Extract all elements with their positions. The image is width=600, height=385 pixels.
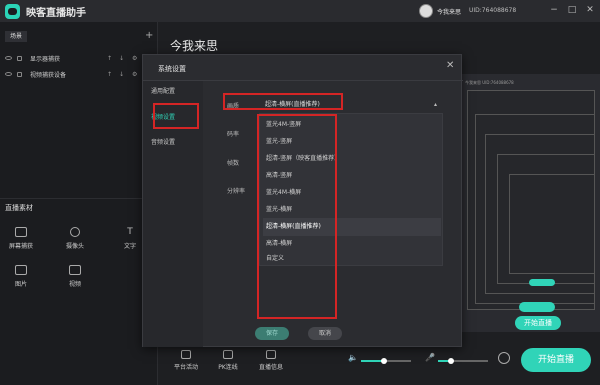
source-row[interactable]: 视频捕获设备 ↑ ↓ ⚙ xyxy=(0,68,158,80)
highlight-box xyxy=(257,114,337,319)
move-down-icon[interactable]: ↓ xyxy=(119,71,124,78)
material-text[interactable]: T 文字 xyxy=(115,227,145,250)
live-info-button[interactable]: 直播信息 xyxy=(253,350,289,371)
menu-audio[interactable]: 音频设置 xyxy=(148,136,198,150)
microphone-icon[interactable]: 🎤 xyxy=(425,353,435,362)
camera-icon xyxy=(70,227,80,237)
maximize-button[interactable]: □ xyxy=(566,4,578,16)
move-up-icon[interactable]: ↑ xyxy=(107,71,112,78)
close-button[interactable]: ✕ xyxy=(584,4,596,16)
material-label: 图片 xyxy=(14,281,27,288)
mic-slider-knob[interactable] xyxy=(447,358,454,364)
source-row[interactable]: 显示器捕获 ↑ ↓ ⚙ xyxy=(0,52,158,64)
user-uid: UID:764088678 xyxy=(469,7,517,14)
bitrate-label: 码率 xyxy=(227,131,240,138)
material-label: 摄像头 xyxy=(65,243,84,250)
fps-label: 帧数 xyxy=(227,160,240,167)
scene-tab[interactable]: 场景 xyxy=(5,31,27,42)
divider xyxy=(0,198,158,199)
lock-icon[interactable] xyxy=(17,55,22,61)
page-title: 今我来思 xyxy=(170,39,219,53)
preview-uid: 今我来思 UID:764088678 xyxy=(465,80,514,85)
visibility-eye-icon[interactable] xyxy=(5,72,12,76)
source-label: 视频捕获设备 xyxy=(30,71,67,79)
system-settings-dialog: 系统设置 ✕ 通用配置 视频设置 音频设置 画质 码率 帧数 分辨率 超清-横屏… xyxy=(142,54,463,347)
minimize-button[interactable]: − xyxy=(548,4,560,16)
preview-start-button xyxy=(529,279,555,286)
move-up-icon[interactable]: ↑ xyxy=(107,55,112,62)
speaker-icon[interactable]: 🔈 xyxy=(348,353,358,362)
volume-slider[interactable] xyxy=(361,358,411,364)
save-button[interactable]: 保存 xyxy=(255,327,289,340)
volume-slider-knob[interactable] xyxy=(380,358,387,364)
visibility-eye-icon[interactable] xyxy=(5,56,12,60)
user-avatar[interactable] xyxy=(419,4,433,18)
start-live-button[interactable]: 开始直播 xyxy=(521,348,591,372)
info-icon xyxy=(266,350,276,359)
bottom-label: 直播信息 xyxy=(258,364,283,371)
dialog-title: 系统设置 xyxy=(158,65,186,73)
material-label: 视频 xyxy=(68,281,81,288)
gear-icon[interactable]: ⚙ xyxy=(132,55,137,62)
settings-gear-icon[interactable] xyxy=(498,352,510,364)
app-logo-icon xyxy=(5,3,20,19)
material-screen-capture[interactable]: 屏幕捕获 xyxy=(6,227,36,250)
left-panel: 场景 + 显示器捕获 ↑ ↓ ⚙ 视频捕获设备 ↑ ↓ ⚙ 直播素材 屏幕捕获 … xyxy=(0,22,158,385)
chevron-up-icon: ▴ xyxy=(433,101,437,108)
mic-slider[interactable] xyxy=(438,358,488,364)
materials-heading: 直播素材 xyxy=(5,204,33,212)
user-name[interactable]: 今我来思 xyxy=(437,7,461,16)
material-label: 文字 xyxy=(123,243,136,250)
screen-capture-icon xyxy=(15,227,27,237)
flag-icon xyxy=(181,350,191,359)
material-camera[interactable]: 摄像头 xyxy=(60,227,90,250)
preview-frame xyxy=(509,174,595,274)
live-preview: 今我来思 UID:764088678 xyxy=(461,74,600,332)
material-label: 屏幕捕获 xyxy=(8,243,33,250)
menu-general[interactable]: 通用配置 xyxy=(148,85,198,99)
title-bar: 映客直播助手 今我来思 UID:764088678 − □ ✕ xyxy=(0,0,600,22)
text-icon: T xyxy=(127,227,133,237)
pk-icon xyxy=(223,350,233,359)
highlight-box xyxy=(223,93,343,110)
material-image[interactable]: 图片 xyxy=(6,265,36,288)
material-video[interactable]: 视频 xyxy=(60,265,90,288)
bottom-label: PK连线 xyxy=(218,364,238,371)
add-scene-button[interactable]: + xyxy=(145,30,153,41)
cancel-button[interactable]: 取消 xyxy=(308,327,342,340)
dialog-close-icon[interactable]: ✕ xyxy=(446,60,454,71)
app-title: 映客直播助手 xyxy=(26,7,86,19)
bottom-label: 平台活动 xyxy=(173,364,198,371)
gear-icon[interactable]: ⚙ xyxy=(132,71,137,78)
lock-icon[interactable] xyxy=(17,71,22,77)
pk-connect-button[interactable]: PK连线 xyxy=(210,350,246,371)
source-label: 显示器捕获 xyxy=(30,55,61,63)
preview-start-live-button[interactable]: 开始直播 xyxy=(515,316,561,330)
image-icon xyxy=(15,265,27,275)
preview-start-button xyxy=(519,302,555,312)
highlight-box xyxy=(153,103,199,129)
move-down-icon[interactable]: ↓ xyxy=(119,55,124,62)
video-icon xyxy=(69,265,81,275)
platform-activity-button[interactable]: 平台活动 xyxy=(168,350,204,371)
resolution-label: 分辨率 xyxy=(227,188,246,195)
